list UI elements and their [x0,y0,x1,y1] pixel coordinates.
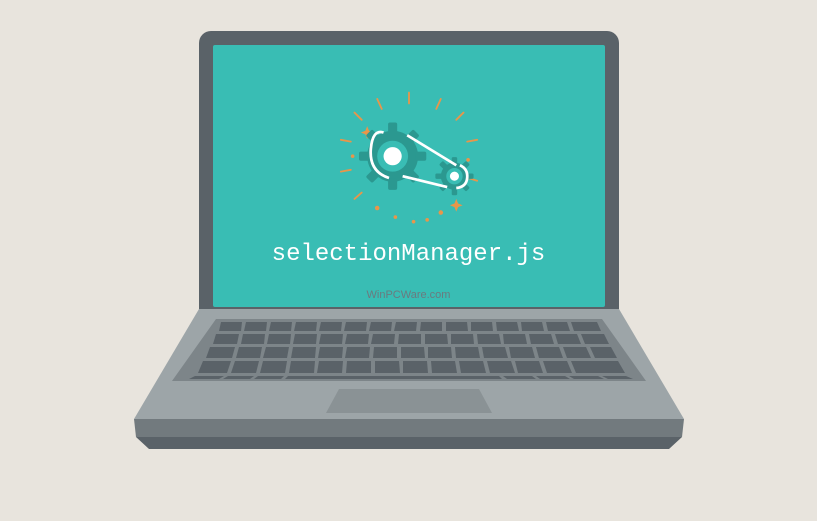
laptop-illustration: selectionManager.js WinPCWare.com [124,31,694,491]
laptop-screen: selectionManager.js WinPCWare.com [213,45,605,307]
filename-label: selectionManager.js [272,241,546,268]
gears-icon [309,83,509,233]
watermark-text: WinPCWare.com [367,289,451,301]
laptop-screen-frame: selectionManager.js WinPCWare.com [199,31,619,321]
laptop-base [124,309,694,439]
